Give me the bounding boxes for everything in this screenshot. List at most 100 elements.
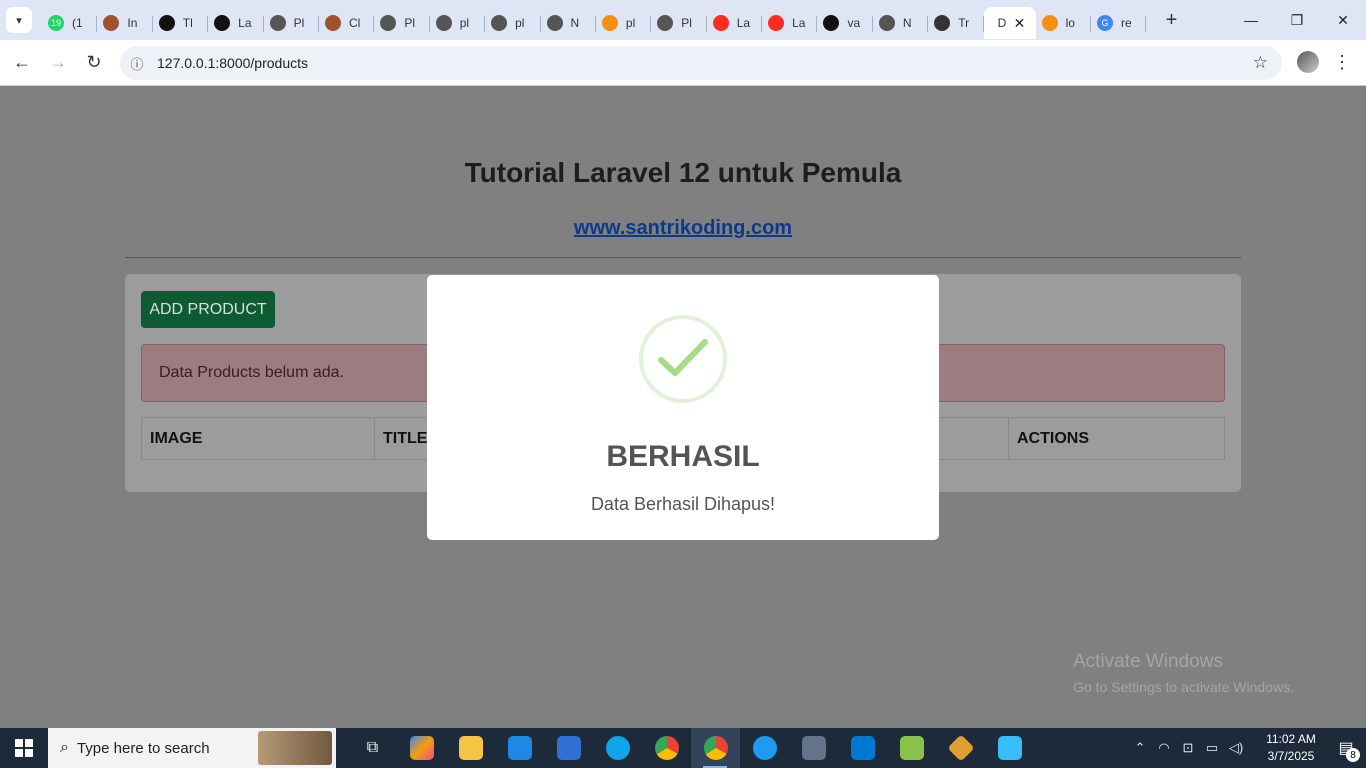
minimize-icon[interactable]: — — [1228, 0, 1274, 40]
kebab-menu-icon[interactable]: ⋮ — [1333, 52, 1351, 73]
chatgpt-icon — [214, 15, 231, 31]
tab[interactable]: N — [541, 7, 597, 39]
search-placeholder: Type here to search — [76, 739, 210, 757]
column-header-image: IMAGE — [142, 418, 375, 459]
tab[interactable]: Tl — [153, 7, 209, 39]
window-controls: — ❐ ✕ — [1228, 0, 1366, 40]
search-icon: ⌕ — [60, 739, 69, 756]
windows-start-icon[interactable] — [0, 728, 48, 768]
tab-active[interactable]: D ✕ — [983, 7, 1036, 39]
add-product-button[interactable]: ADD PRODUCT — [141, 291, 275, 328]
notification-badge: 8 — [1346, 748, 1360, 762]
system-tray: ⌃ ◠ ⊡ ▭ ◁) 11:02 AM 3/7/2025 ▤ 8 — [1128, 728, 1366, 768]
search-highlight-image — [258, 731, 332, 765]
tab[interactable]: pl — [430, 7, 486, 39]
tab[interactable]: Pl — [374, 7, 431, 39]
tab[interactable]: N — [873, 7, 929, 39]
browser-toolbar: ← → ↻ ⓘ 127.0.0.1:8000/products ☆ ⋮ — [0, 40, 1366, 86]
globe-icon — [435, 15, 452, 31]
tab[interactable]: La — [208, 7, 264, 39]
copilot-icon[interactable] — [397, 728, 446, 768]
tab[interactable]: La — [762, 7, 818, 39]
modal-title: BERHASIL — [606, 440, 760, 473]
forward-arrow-icon[interactable]: → — [40, 45, 76, 81]
tab[interactable]: pl — [596, 7, 652, 39]
avatar-icon — [103, 15, 120, 31]
back-arrow-icon[interactable]: ← — [4, 45, 40, 81]
store-icon[interactable] — [544, 728, 593, 768]
taskbar-apps: ⧉ — [348, 728, 1034, 768]
laravel-icon — [712, 15, 729, 31]
clock-date: 3/7/2025 — [1267, 749, 1315, 763]
notepad-icon[interactable] — [887, 728, 936, 768]
chevron-up-icon[interactable]: ⌃ — [1128, 740, 1152, 756]
success-modal: BERHASIL Data Berhasil Dihapus! — [427, 275, 939, 540]
edge-icon[interactable] — [593, 728, 642, 768]
reload-icon[interactable]: ↻ — [76, 45, 112, 81]
tab[interactable]: lo — [1036, 7, 1092, 39]
remote-desktop-icon[interactable] — [789, 728, 838, 768]
divider — [125, 257, 1241, 258]
app-blue-icon[interactable] — [740, 728, 789, 768]
clock[interactable]: 11:02 AM 3/7/2025 — [1256, 731, 1326, 765]
volume-icon[interactable]: ◁) — [1224, 740, 1248, 756]
vscode-icon[interactable] — [838, 728, 887, 768]
chevron-down-icon: ▾ — [16, 14, 22, 27]
network-icon[interactable]: ⊡ — [1176, 740, 1200, 756]
tab[interactable]: pl — [485, 7, 541, 39]
github-icon — [158, 15, 175, 31]
task-view-icon[interactable]: ⧉ — [348, 728, 397, 768]
new-tab-button[interactable]: + — [1156, 5, 1186, 35]
tab[interactable]: Cl — [319, 7, 375, 39]
tab-list: 19 (1 In Tl La Pl Cl Pl pl pl N pl Pl La … — [42, 0, 1147, 40]
globe-icon — [269, 15, 286, 31]
column-header-actions: ACTIONS — [1017, 429, 1089, 447]
globe-icon — [878, 15, 895, 31]
copilot-icon — [934, 15, 951, 31]
git-gui-icon[interactable] — [936, 728, 985, 768]
close-window-icon[interactable]: ✕ — [1320, 0, 1366, 40]
globe-icon — [657, 15, 674, 31]
tab[interactable]: Pl — [651, 7, 708, 39]
tab-search-button[interactable]: ▾ — [6, 7, 32, 33]
globe-icon — [546, 15, 563, 31]
close-tab-icon[interactable]: ✕ — [1014, 15, 1026, 32]
modal-message: Data Berhasil Dihapus! — [590, 494, 776, 514]
address-bar[interactable]: ⓘ 127.0.0.1:8000/products ☆ — [120, 46, 1282, 80]
site-info-icon[interactable]: ⓘ — [120, 54, 154, 73]
github-icon — [823, 15, 840, 31]
checkmark-icon — [639, 315, 727, 403]
page-title: Tutorial Laravel 12 untuk Pemula — [464, 157, 902, 188]
activate-windows-watermark: Activate Windows Go to Settings to activ… — [1073, 651, 1294, 695]
url-text[interactable]: 127.0.0.1:8000/products — [157, 55, 308, 71]
tab-strip: ▾ 19 (1 In Tl La Pl Cl Pl pl pl N pl Pl L… — [0, 0, 1366, 40]
whatsapp-icon: 19 — [48, 15, 64, 31]
phpmyadmin-icon — [601, 15, 618, 31]
file-explorer-icon[interactable] — [446, 728, 495, 768]
avatar-icon — [324, 15, 341, 31]
taskbar-search[interactable]: ⌕ Type here to search — [48, 728, 336, 768]
tab[interactable]: In — [97, 7, 154, 39]
taskbar: ⌕ Type here to search ⧉ ⌃ ◠ ⊡ ▭ ◁) 11:02… — [0, 728, 1366, 768]
mail-icon[interactable] — [495, 728, 544, 768]
tab[interactable]: La — [707, 7, 763, 39]
chrome-active-icon[interactable] — [691, 728, 740, 768]
tab[interactable]: 19 (1 — [42, 7, 98, 39]
wifi-icon[interactable]: ◠ — [1152, 740, 1176, 756]
photos-icon[interactable] — [985, 728, 1034, 768]
tab[interactable]: Gre — [1091, 7, 1147, 39]
profile-avatar[interactable] — [1297, 51, 1319, 73]
tab[interactable]: Tr — [928, 7, 985, 39]
clock-time: 11:02 AM — [1266, 732, 1316, 746]
tab[interactable]: va — [817, 7, 874, 39]
notification-icon[interactable]: ▤ 8 — [1326, 728, 1366, 768]
restore-icon[interactable]: ❐ — [1274, 0, 1320, 40]
chrome-icon[interactable] — [642, 728, 691, 768]
tab[interactable]: Pl — [264, 7, 320, 39]
phpmyadmin-icon — [1041, 15, 1058, 31]
battery-icon[interactable]: ▭ — [1200, 740, 1224, 756]
site-link[interactable]: www.santrikoding.com — [0, 217, 1366, 240]
bookmark-star-icon[interactable]: ☆ — [1253, 53, 1268, 73]
google-icon: G — [1097, 15, 1114, 31]
globe-icon — [491, 15, 508, 31]
